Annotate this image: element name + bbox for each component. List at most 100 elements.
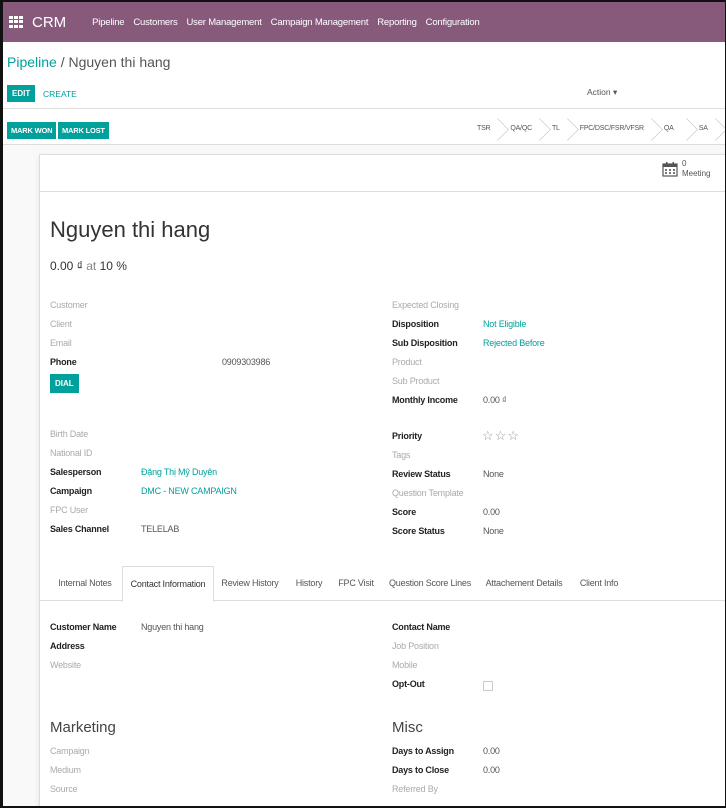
salesperson-field[interactable]: Đặng Thị Mỹ Duyên bbox=[141, 467, 217, 477]
priority-label: Priority bbox=[392, 431, 422, 441]
stage-c[interactable]: C bbox=[719, 114, 725, 144]
source-label: Source bbox=[50, 784, 78, 794]
edit-button[interactable]: EDIT bbox=[7, 85, 36, 102]
medium-label: Medium bbox=[50, 765, 81, 775]
form-sheet: 0 Meeting Nguyen thi hang 0.00 ₫ at 10 %… bbox=[39, 154, 725, 806]
referred-by-label: Referred By bbox=[392, 784, 438, 794]
monthly-income-label: Monthly Income bbox=[392, 395, 458, 405]
breadcrumb: Pipeline / Nguyen thi hang bbox=[7, 54, 170, 70]
star-icon[interactable]: ☆ bbox=[482, 428, 495, 443]
stage-pipeline: TSR QA/QC TL FPC/DSC/FSR/VFSR QA DOC SA … bbox=[468, 114, 725, 162]
mk-campaign-label: Campaign bbox=[50, 746, 90, 756]
opt-out-checkbox[interactable] bbox=[483, 681, 493, 691]
days-to-close-field: 0.00 bbox=[483, 765, 500, 775]
stage-fpc-dsc-fsr-vfsr[interactable]: FPC/DSC/FSR/VFSR bbox=[571, 114, 655, 144]
window-frame: CRM Pipeline Customers User Management C… bbox=[0, 0, 726, 808]
meeting-count: 0 bbox=[682, 159, 687, 168]
phone-field[interactable]: 0909303986 bbox=[222, 357, 270, 367]
misc-section-title: Misc bbox=[392, 719, 423, 736]
menu-item-pipeline[interactable]: Pipeline bbox=[92, 17, 124, 28]
sales-channel-label: Sales Channel bbox=[50, 524, 109, 534]
marketing-section-title: Marketing bbox=[50, 719, 116, 736]
breadcrumb-pipeline-link[interactable]: Pipeline bbox=[7, 54, 57, 70]
score-status-field: None bbox=[483, 526, 504, 536]
customer-name-label: Customer Name bbox=[50, 622, 117, 632]
dial-button[interactable]: DIAL bbox=[50, 374, 79, 393]
sub-disposition-field[interactable]: Rejected Before bbox=[483, 338, 545, 348]
expected-revenue: 0.00 ₫ at 10 % bbox=[50, 259, 127, 273]
opt-out-label: Opt-Out bbox=[392, 679, 425, 689]
client-label: Client bbox=[50, 319, 72, 329]
score-field: 0.00 bbox=[483, 507, 500, 517]
priority-stars: ☆☆☆ bbox=[482, 428, 520, 444]
calendar-icon bbox=[662, 162, 678, 177]
days-to-close-label: Days to Close bbox=[392, 765, 449, 775]
tab-history[interactable]: History bbox=[290, 566, 328, 600]
stage-sa[interactable]: SA bbox=[690, 114, 719, 144]
tab-question-score-lines[interactable]: Question Score Lines bbox=[388, 566, 472, 600]
status-bar: MARK WON MARK LOST TSR QA/QC TL FPC/DSC/… bbox=[3, 114, 725, 162]
review-status-label: Review Status bbox=[392, 469, 451, 479]
tab-fpc-visit[interactable]: FPC Visit bbox=[333, 566, 379, 600]
question-template-label: Question Template bbox=[392, 488, 464, 498]
menu-item-customers[interactable]: Customers bbox=[133, 17, 177, 28]
stage-qa-qc[interactable]: QA/QC bbox=[501, 114, 543, 144]
action-dropdown[interactable]: Action ▾ bbox=[587, 87, 617, 98]
menu-item-campaign-management[interactable]: Campaign Management bbox=[271, 17, 369, 28]
campaign-label: Campaign bbox=[50, 486, 92, 496]
sales-channel-field[interactable]: TELELAB bbox=[141, 524, 179, 534]
star-icon[interactable]: ☆ bbox=[507, 428, 520, 443]
stage-tsr[interactable]: TSR bbox=[468, 114, 501, 144]
campaign-field[interactable]: DMC - NEW CAMPAIGN bbox=[141, 486, 237, 496]
email-label: Email bbox=[50, 338, 72, 348]
record-title: Nguyen thi hang bbox=[50, 217, 211, 242]
disposition-label: Disposition bbox=[392, 319, 439, 329]
create-button[interactable]: CREATE bbox=[43, 89, 77, 99]
review-status-field[interactable]: None bbox=[483, 469, 504, 479]
tab-review-history[interactable]: Review History bbox=[215, 566, 285, 600]
customer-label: Customer bbox=[50, 300, 88, 310]
national-id-label: National ID bbox=[50, 448, 93, 458]
breadcrumb-separator: / bbox=[60, 54, 65, 70]
stage-qa-doc[interactable]: QA DOC bbox=[655, 114, 690, 162]
website-label: Website bbox=[50, 660, 81, 670]
product-label: Product bbox=[392, 357, 422, 367]
stage-tl[interactable]: TL bbox=[543, 114, 571, 144]
star-icon[interactable]: ☆ bbox=[495, 428, 508, 443]
sub-product-label: Sub Product bbox=[392, 376, 440, 386]
tags-label: Tags bbox=[392, 450, 411, 460]
monthly-income-field[interactable]: 0.00 ₫ bbox=[483, 395, 507, 405]
button-box: 0 Meeting bbox=[40, 155, 725, 192]
tab-client-info[interactable]: Client Info bbox=[574, 566, 624, 600]
customer-name-field[interactable]: Nguyen thi hang bbox=[141, 622, 204, 632]
amount-at: at bbox=[86, 259, 97, 273]
score-label: Score bbox=[392, 507, 417, 517]
days-to-assign-field: 0.00 bbox=[483, 746, 500, 756]
amount-value: 0.00 ₫ bbox=[50, 259, 83, 273]
mark-lost-button[interactable]: MARK LOST bbox=[58, 122, 109, 139]
top-navbar: CRM Pipeline Customers User Management C… bbox=[3, 2, 725, 42]
tab-contact-information[interactable]: Contact Information bbox=[122, 566, 214, 602]
meeting-button[interactable]: 0 Meeting bbox=[662, 159, 710, 179]
fpc-user-label: FPC User bbox=[50, 505, 88, 515]
app-title[interactable]: CRM bbox=[32, 14, 66, 31]
tab-internal-notes[interactable]: Internal Notes bbox=[50, 566, 120, 600]
menu-item-configuration[interactable]: Configuration bbox=[426, 17, 480, 28]
birth-date-label: Birth Date bbox=[50, 429, 89, 439]
disposition-field[interactable]: Not Eligible bbox=[483, 319, 526, 329]
phone-label: Phone bbox=[50, 357, 77, 367]
probability-value: 10 % bbox=[99, 259, 127, 273]
expected-closing-label: Expected Closing bbox=[392, 300, 459, 310]
mark-won-button[interactable]: MARK WON bbox=[7, 122, 57, 139]
mobile-label: Mobile bbox=[392, 660, 418, 670]
salesperson-label: Salesperson bbox=[50, 467, 102, 477]
apps-grid-icon[interactable] bbox=[9, 16, 23, 28]
contact-name-label: Contact Name bbox=[392, 622, 451, 632]
address-label: Address bbox=[50, 641, 85, 651]
menu-item-reporting[interactable]: Reporting bbox=[377, 17, 417, 28]
tab-attachement-details[interactable]: Attachement Details bbox=[482, 566, 566, 600]
breadcrumb-current: Nguyen thi hang bbox=[68, 54, 171, 70]
sub-disposition-label: Sub Disposition bbox=[392, 338, 458, 348]
job-position-label: Job Position bbox=[392, 641, 439, 651]
menu-item-user-management[interactable]: User Management bbox=[187, 17, 262, 28]
